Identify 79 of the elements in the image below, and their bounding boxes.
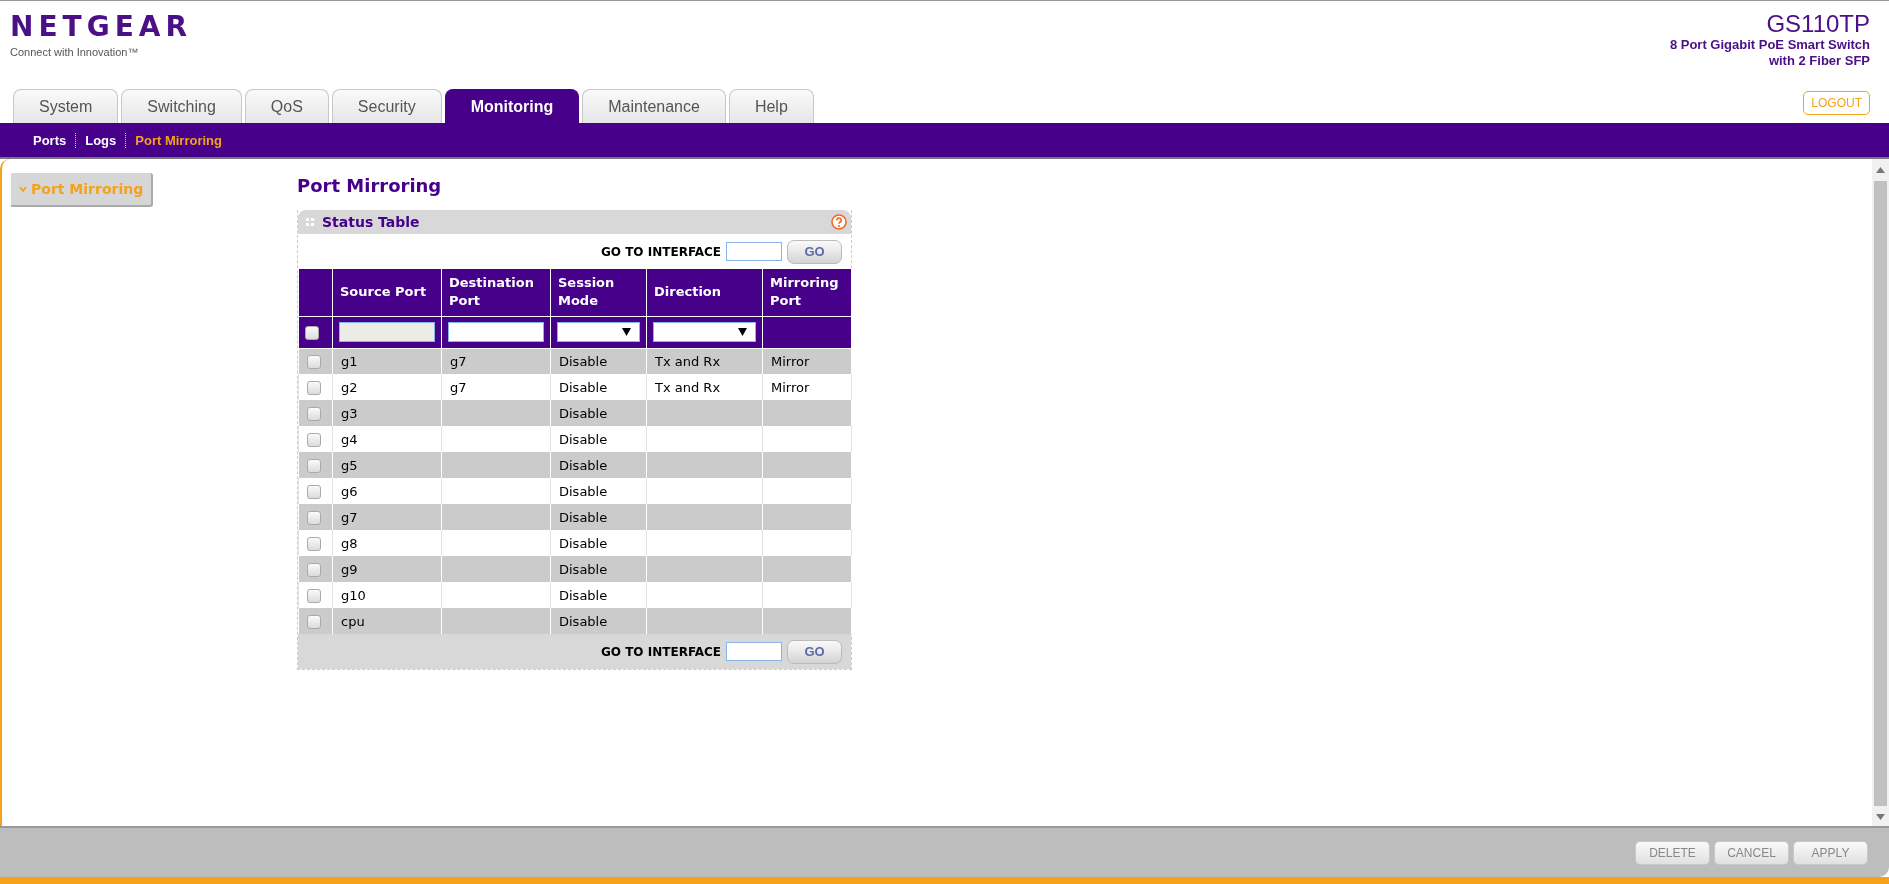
table-cell: g10 bbox=[341, 587, 366, 603]
nav-tab[interactable]: System bbox=[13, 89, 119, 123]
scrollbar[interactable] bbox=[1872, 159, 1889, 826]
panel-title: Status Table bbox=[322, 214, 421, 230]
goto-label: GO TO INTERFACE bbox=[600, 244, 721, 259]
table-cell: Disable bbox=[559, 561, 608, 577]
column-header: Session Mode bbox=[550, 269, 647, 316]
table-cell: g7 bbox=[450, 379, 467, 395]
filter-field[interactable] bbox=[448, 322, 544, 342]
row-checkbox[interactable] bbox=[307, 588, 321, 603]
row-checkbox[interactable] bbox=[307, 614, 321, 629]
go-button[interactable]: GO bbox=[787, 639, 842, 664]
interface-field[interactable] bbox=[726, 642, 782, 661]
subnav-link[interactable]: Port Mirroring bbox=[125, 132, 231, 148]
table-cell: Disable bbox=[559, 535, 608, 551]
logo: NETGEAR bbox=[10, 11, 192, 43]
tagline: Connect with Innovation™ bbox=[10, 46, 140, 58]
filter-dropdown[interactable] bbox=[557, 322, 640, 342]
subnav-link[interactable]: Ports bbox=[24, 132, 76, 148]
scroll-down-icon[interactable] bbox=[1876, 814, 1885, 820]
table-cell: Disable bbox=[559, 509, 608, 525]
chevron-icon bbox=[19, 186, 27, 192]
row-checkbox[interactable] bbox=[307, 380, 321, 395]
table-cell: cpu bbox=[341, 613, 365, 629]
table-cell: Disable bbox=[559, 405, 608, 421]
table-cell: g1 bbox=[341, 353, 358, 369]
model-description: 8 Port Gigabit PoE Smart Switch bbox=[1669, 37, 1870, 53]
row-checkbox[interactable] bbox=[307, 536, 321, 551]
drag-handle-icon[interactable] bbox=[306, 218, 314, 226]
scroll-up-icon[interactable] bbox=[1876, 167, 1885, 173]
goto-label: GO TO INTERFACE bbox=[600, 644, 721, 659]
interface-field[interactable] bbox=[726, 242, 782, 261]
column-header: Direction bbox=[646, 269, 763, 316]
table-cell: Disable bbox=[559, 613, 608, 629]
table-cell: Disable bbox=[559, 483, 608, 499]
table-cell: Tx and Rx bbox=[655, 353, 721, 369]
nav-tab[interactable]: Monitoring bbox=[444, 89, 580, 123]
nav-tab[interactable]: Help bbox=[728, 89, 814, 123]
table-cell: g2 bbox=[341, 379, 358, 395]
table-cell: g8 bbox=[341, 535, 358, 551]
caret-icon bbox=[738, 328, 747, 336]
column-header: Mirroring Port bbox=[762, 269, 852, 316]
table-cell: g7 bbox=[341, 509, 358, 525]
select-all-checkbox[interactable] bbox=[305, 326, 319, 340]
nav-tab[interactable]: Switching bbox=[121, 89, 242, 123]
table-cell: g9 bbox=[341, 561, 358, 577]
table-cell: Disable bbox=[559, 457, 608, 473]
row-checkbox[interactable] bbox=[307, 484, 321, 499]
table-cell: Disable bbox=[559, 379, 608, 395]
nav-tab[interactable]: Maintenance bbox=[582, 89, 726, 123]
row-checkbox[interactable] bbox=[307, 432, 321, 447]
column-header: Destination Port bbox=[441, 269, 551, 316]
table-cell: g5 bbox=[341, 457, 358, 473]
table-cell: Mirror bbox=[771, 353, 810, 369]
model-description: with 2 Fiber SFP bbox=[1768, 53, 1870, 69]
help-icon[interactable] bbox=[831, 214, 847, 230]
row-checkbox[interactable] bbox=[307, 355, 321, 369]
table-cell: Disable bbox=[559, 587, 608, 603]
row-checkbox[interactable] bbox=[307, 562, 321, 577]
go-button[interactable]: GO bbox=[787, 239, 842, 264]
page-title: Port Mirroring bbox=[297, 175, 443, 196]
table-cell: Mirror bbox=[771, 379, 810, 395]
table-cell: g3 bbox=[341, 405, 358, 421]
nav-tab[interactable]: QoS bbox=[244, 89, 329, 123]
nav-tab[interactable]: Security bbox=[331, 89, 442, 123]
table-cell: g7 bbox=[450, 353, 467, 369]
model-name: GS110TP bbox=[1766, 11, 1870, 37]
table-cell: Tx and Rx bbox=[655, 379, 721, 395]
table-cell: Disable bbox=[559, 431, 608, 447]
row-checkbox[interactable] bbox=[307, 510, 321, 525]
scrollbar-thumb[interactable] bbox=[1874, 181, 1887, 806]
caret-icon bbox=[622, 328, 631, 336]
subnav-link[interactable]: Logs bbox=[75, 132, 126, 148]
table-cell: g6 bbox=[341, 483, 358, 499]
table-cell: g4 bbox=[341, 431, 358, 447]
row-checkbox[interactable] bbox=[307, 458, 321, 473]
row-checkbox[interactable] bbox=[307, 406, 321, 421]
column-header: Source Port bbox=[332, 269, 442, 316]
table-cell: Disable bbox=[559, 353, 608, 369]
